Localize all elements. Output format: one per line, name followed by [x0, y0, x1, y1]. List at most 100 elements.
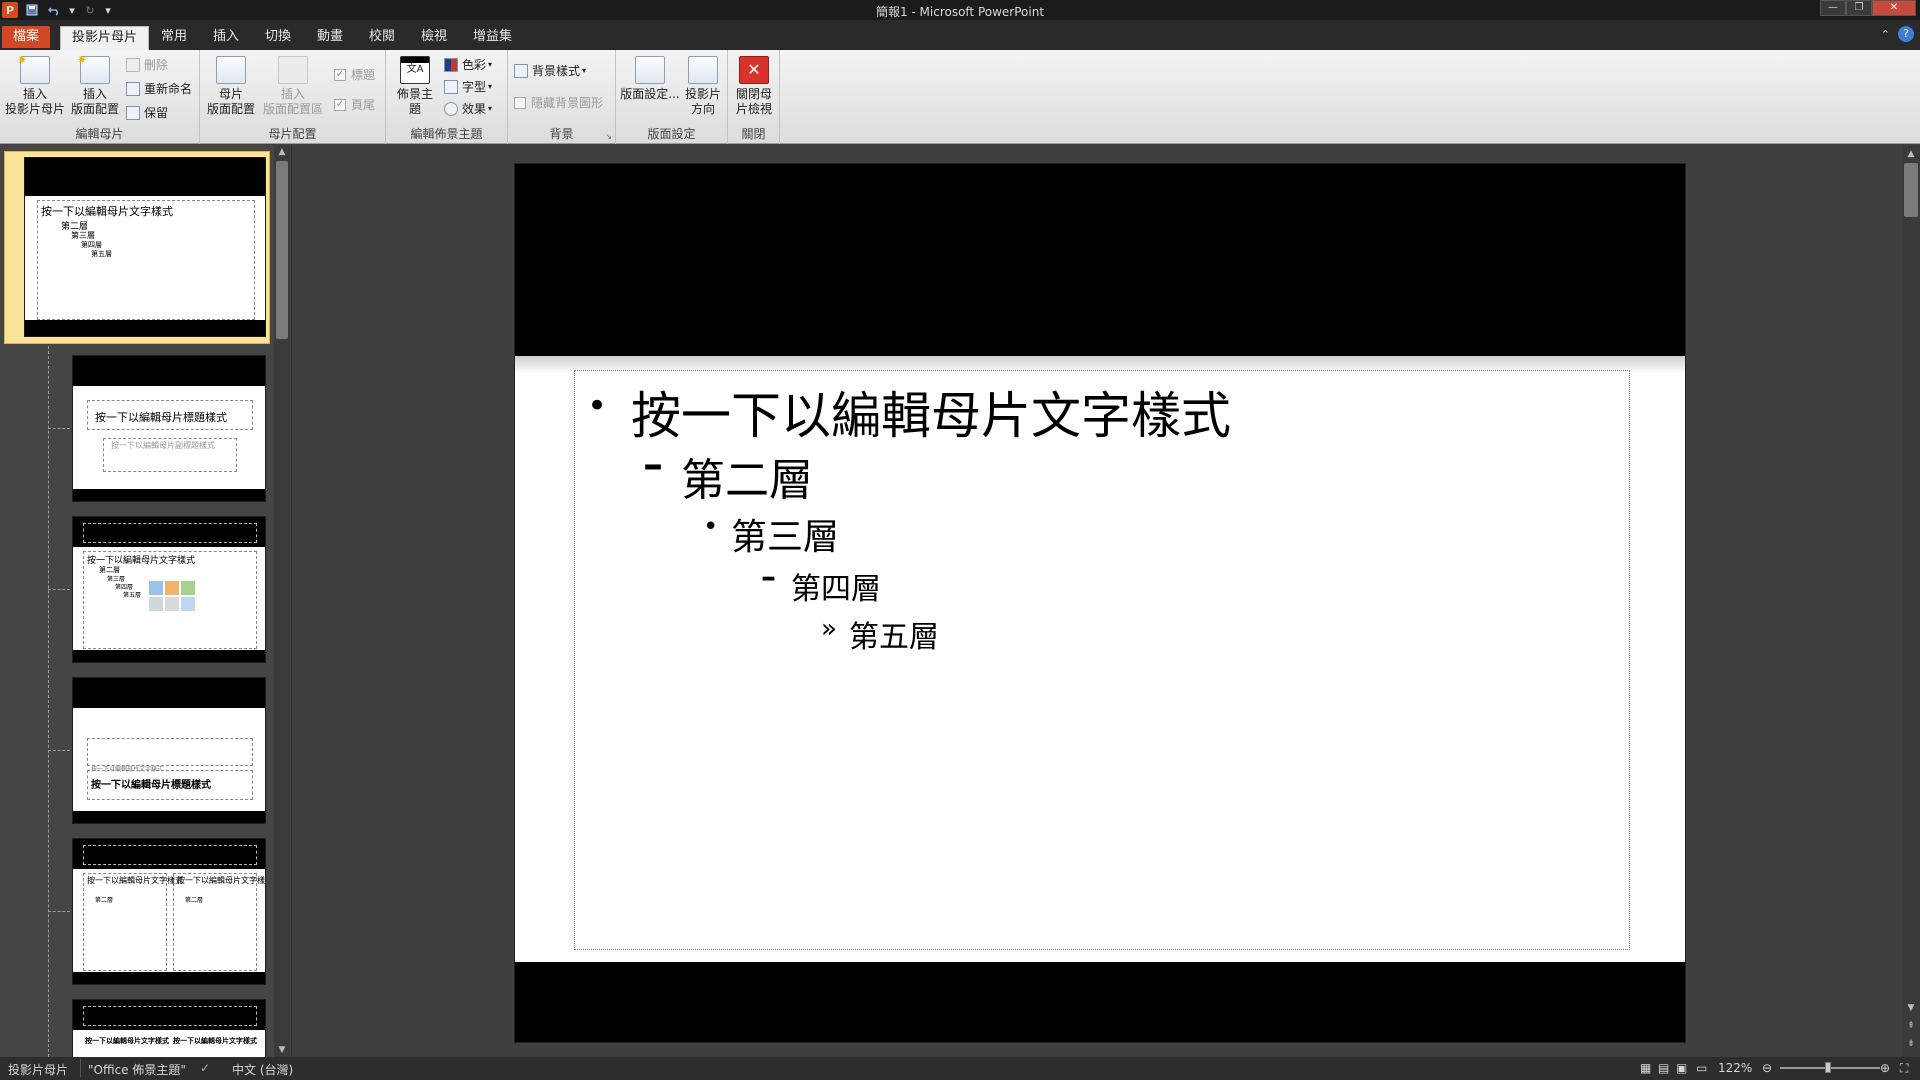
status-zoom-level[interactable]: 122% — [1718, 1061, 1752, 1075]
group-edit-theme: 文A 佈景主題 色彩 ▾ 字型 ▾ 效果 ▾ 編輯佈景主題 — [386, 50, 508, 144]
insert-layout-button[interactable]: ✷ 插入 版面配置 — [68, 53, 122, 117]
tab-animations[interactable]: 動畫 — [306, 26, 354, 48]
layout-thumbnail-content[interactable]: 按一下以編輯母片文字樣式 第二層 第三層 第四層 第五層 — [72, 516, 266, 663]
tab-home[interactable]: 常用 — [150, 26, 198, 48]
reading-view-icon[interactable]: ▣ — [1676, 1061, 1687, 1075]
tab-view[interactable]: 檢視 — [410, 26, 458, 48]
slide-orientation-button[interactable]: 投影片 方向 — [682, 56, 724, 117]
hide-background-checkbox[interactable]: 隱藏背景圖形 — [514, 94, 603, 112]
window-title: 簡報1 - Microsoft PowerPoint — [875, 5, 1045, 19]
insert-slide-master-icon: ✷ — [17, 53, 50, 84]
scroll-down-icon[interactable]: ▼ — [1902, 1003, 1920, 1013]
normal-view-icon[interactable]: ▦ — [1640, 1061, 1651, 1075]
insert-placeholder-button[interactable]: 插入 版面配置區 — [260, 56, 326, 117]
effects-icon — [444, 102, 458, 116]
preserve-icon — [126, 106, 140, 120]
thumbnail-footer-bar — [25, 320, 265, 336]
group-label-edit-master: 編輯母片 — [75, 127, 124, 141]
master-text-level-1[interactable]: 按一下以編輯母片文字樣式 — [631, 376, 1231, 448]
tab-review[interactable]: 校閱 — [358, 26, 406, 48]
group-edit-master: ✷ 插入 投影片母片 ✷ 插入 版面配置 刪除 重新命名 保留 編輯母片 — [0, 50, 200, 144]
tab-transitions[interactable]: 切換 — [254, 26, 302, 48]
master-thumbnail[interactable]: 按一下以編輯母片文字樣式 第二層 第三層 第四層 第五層 — [24, 157, 266, 337]
group-label-page-setup: 版面設定 — [647, 127, 696, 141]
thumb-master-l5: 第五層 — [91, 250, 112, 258]
insert-slide-master-label-1: 插入 — [22, 87, 47, 101]
master-text-level-2[interactable]: 第二層 — [681, 444, 813, 508]
slide-orientation-label-2: 方向 — [690, 102, 715, 116]
editor-scrollbar[interactable]: ▲ ▼ ⇞ ⇟ — [1902, 145, 1920, 1057]
thumb-two-content-r1: 按一下以編輯母片文字樣式 — [177, 876, 266, 885]
thumbnail-scrollbar[interactable]: ▲ ▼ — [274, 145, 290, 1057]
fit-to-window-icon[interactable]: ⛶ — [1900, 1061, 1908, 1076]
layout-thumbnail-comparison[interactable]: 按一下以編輯母片文字樣式 按一下以編輯母片文字樣式 — [72, 999, 266, 1057]
help-icon[interactable]: ? — [1898, 26, 1914, 42]
title-check-label: 標題 — [351, 68, 376, 82]
scroll-up-icon[interactable]: ▲ — [1902, 149, 1920, 159]
thumb-title-layout-subtitle: 按一下以編輯母片副標題樣式 — [111, 441, 215, 450]
thumb-content-l5: 第五層 — [123, 592, 142, 599]
close-master-view-button[interactable]: ✕ 關閉母 片檢視 — [732, 56, 776, 117]
bullet-level-5: » — [821, 614, 837, 644]
thumbnail-title-placeholder — [83, 845, 257, 865]
scrollbar-thumb[interactable] — [276, 161, 288, 339]
dialog-launcher-icon[interactable]: ↘ — [605, 132, 612, 141]
title-checkbox[interactable]: ✓ 標題 — [334, 66, 375, 84]
minimize-ribbon-icon[interactable]: ⌃ — [1881, 28, 1890, 41]
master-layout-button[interactable]: 母片 版面配置 — [206, 56, 256, 117]
master-text-level-5[interactable]: 第五層 — [849, 612, 939, 656]
rename-button[interactable]: 重新命名 — [126, 80, 192, 98]
previous-slide-icon[interactable]: ⇞ — [1902, 1021, 1920, 1031]
page-setup-button[interactable]: 版面設定... — [620, 56, 680, 102]
thumbnail-title-bar — [25, 158, 265, 196]
thumbnail-title-placeholder — [83, 523, 257, 543]
scroll-down-icon[interactable]: ▼ — [274, 1045, 290, 1055]
next-slide-icon[interactable]: ⇟ — [1902, 1039, 1920, 1049]
delete-button[interactable]: 刪除 — [126, 56, 168, 74]
maximize-button[interactable]: ❐ — [1846, 0, 1872, 16]
zoom-slider-knob[interactable] — [1825, 1062, 1831, 1073]
thumbnail-footer-bar — [73, 972, 265, 984]
thumb-two-content-l2: 第二層 — [95, 897, 114, 904]
delete-label: 刪除 — [144, 58, 169, 72]
status-language[interactable]: 中文 (台灣) — [232, 1061, 293, 1078]
slide-show-icon[interactable]: ▭ — [1696, 1061, 1707, 1075]
themes-icon: 文A — [400, 56, 430, 84]
layout-thumbnail-title[interactable]: 按一下以編輯母片標題樣式 按一下以編輯母片副標題樣式 — [72, 355, 266, 502]
close-master-icon: ✕ — [739, 56, 769, 84]
layout-thumbnail-section[interactable]: 按一下以編輯母片文字樣式 按一下以編輯母片標題樣式 — [72, 677, 266, 824]
master-text-level-3[interactable]: 第三層 — [731, 508, 839, 560]
tab-file[interactable]: 檔案 — [2, 26, 51, 48]
scrollbar-thumb[interactable] — [1904, 163, 1918, 217]
tab-insert[interactable]: 插入 — [202, 26, 250, 48]
tab-slide-master[interactable]: 投影片母片 — [60, 26, 150, 50]
slide-orientation-label-1: 投影片 — [684, 87, 721, 101]
title-bar: P ▾ ↻ ▾ 簡報1 - Microsoft PowerPoint — ❐ ✕ — [0, 0, 1920, 20]
spelling-check-icon[interactable]: ✓ — [200, 1061, 210, 1075]
insert-layout-label-2: 版面配置 — [70, 102, 119, 116]
themes-button[interactable]: 文A 佈景主題 — [392, 56, 438, 117]
tab-addins[interactable]: 增益集 — [462, 26, 523, 48]
insert-slide-master-label-2: 投影片母片 — [4, 102, 65, 116]
insert-slide-master-button[interactable]: ✷ 插入 投影片母片 — [4, 53, 66, 117]
zoom-out-icon[interactable]: ⊖ — [1762, 1061, 1772, 1075]
background-styles-button[interactable]: 背景樣式 ▾ — [514, 62, 586, 80]
effects-button[interactable]: 效果 ▾ — [444, 100, 492, 118]
zoom-in-icon[interactable]: ⊕ — [1880, 1061, 1890, 1075]
slide-sorter-icon[interactable]: ▤ — [1658, 1061, 1669, 1075]
footer-checkbox[interactable]: ✓ 頁尾 — [334, 96, 375, 114]
scroll-up-icon[interactable]: ▲ — [274, 147, 290, 157]
colors-button[interactable]: 色彩 ▾ — [444, 56, 492, 74]
status-bar: 投影片母片 "Office 佈景主題" ✓ 中文 (台灣) ▦ ▤ ▣ ▭ 12… — [0, 1057, 1920, 1080]
layout-thumbnail-two-content[interactable]: 按一下以編輯母片文字樣式 按一下以編輯母片文字樣式 第二層 第二層 — [72, 838, 266, 985]
master-text-level-4[interactable]: 第四層 — [791, 564, 881, 608]
fonts-button[interactable]: 字型 ▾ — [444, 78, 492, 96]
preserve-button[interactable]: 保留 — [126, 104, 168, 122]
minimize-button[interactable]: — — [1820, 0, 1846, 16]
thumbnail-right-placeholder — [173, 873, 257, 971]
slide-orientation-icon — [688, 56, 718, 84]
slide-master-canvas[interactable]: • 按一下以編輯母片文字樣式 – 第二層 • 第三層 – 第四層 » 第五層 — [514, 163, 1686, 1043]
close-window-button[interactable]: ✕ — [1872, 0, 1916, 16]
fonts-icon — [444, 80, 458, 94]
bullet-level-1: • — [587, 386, 608, 426]
